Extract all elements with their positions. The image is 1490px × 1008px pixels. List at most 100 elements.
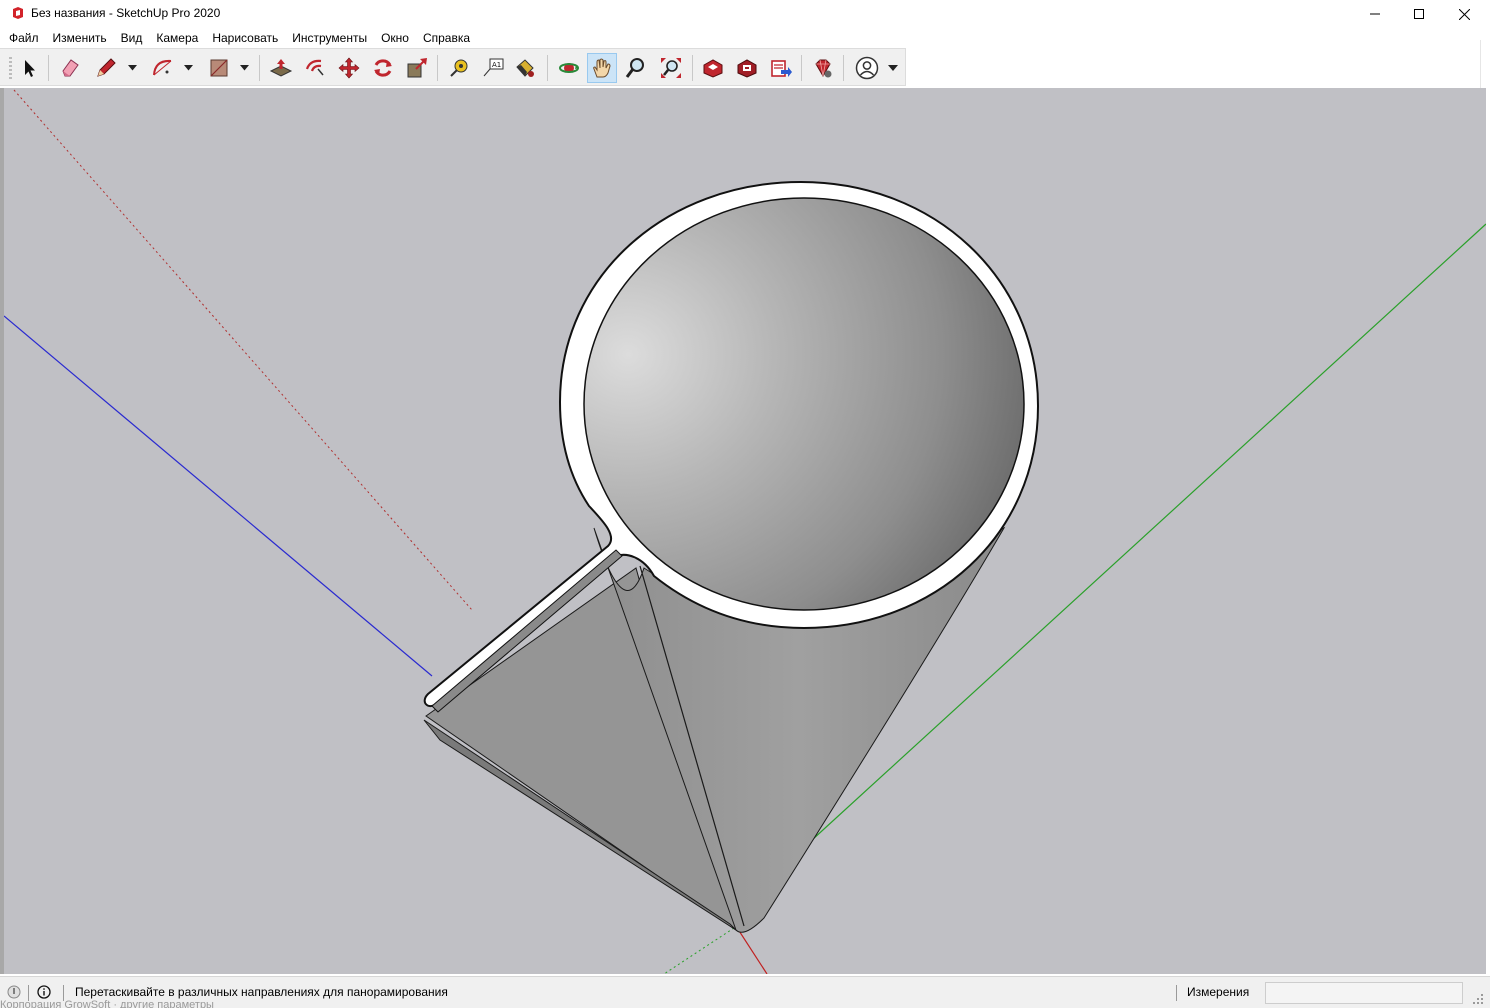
chevron-down-icon xyxy=(183,65,193,71)
status-separator xyxy=(28,985,29,1001)
toolbar-separator xyxy=(692,55,693,81)
move-tool-button[interactable] xyxy=(334,53,364,83)
toolbar-grip[interactable] xyxy=(9,57,12,79)
toolbar-separator xyxy=(48,55,49,81)
select-tool-button[interactable] xyxy=(14,53,44,83)
chevron-down-icon xyxy=(127,65,137,71)
menu-draw[interactable]: Нарисовать xyxy=(205,28,285,48)
scale-tool-button[interactable] xyxy=(402,53,432,83)
sketchup-window: Без названия - SketchUp Pro 2020 Файл Из… xyxy=(0,0,1490,1008)
toolbar-empty-area xyxy=(906,48,1490,86)
chevron-down-icon xyxy=(239,65,249,71)
menu-help[interactable]: Справка xyxy=(416,28,477,48)
status-separator xyxy=(63,985,64,1001)
arc-icon xyxy=(153,59,172,76)
text-tool-glyph: A1 xyxy=(492,61,501,69)
chevron-down-icon xyxy=(888,64,898,71)
pencil-line-icon xyxy=(97,58,116,77)
paint-bucket-icon xyxy=(516,59,534,77)
shape-tool-button[interactable] xyxy=(204,53,234,83)
menu-tools[interactable]: Инструменты xyxy=(285,28,374,48)
account-dropdown[interactable] xyxy=(886,53,900,83)
info-icon[interactable] xyxy=(37,985,51,999)
resize-grip-icon[interactable] xyxy=(1470,991,1484,1005)
minimize-icon xyxy=(1370,13,1380,15)
viewport-canvas xyxy=(4,89,1486,974)
toolbar-separator xyxy=(801,55,802,81)
window-title: Без названия - SketchUp Pro 2020 xyxy=(31,6,221,20)
toolbar-separator xyxy=(437,55,438,81)
arc-tool-button[interactable] xyxy=(148,53,178,83)
send-to-layout-button[interactable] xyxy=(766,53,796,83)
extension-warehouse-icon xyxy=(737,59,757,78)
menu-camera[interactable]: Камера xyxy=(149,28,205,48)
menu-view[interactable]: Вид xyxy=(114,28,150,48)
text-tool-button[interactable]: A1 xyxy=(478,53,508,83)
close-icon xyxy=(1458,8,1470,20)
scale-icon xyxy=(407,58,427,78)
viewport-right-edge xyxy=(1486,88,1490,974)
zoom-tool-button[interactable] xyxy=(621,53,651,83)
drawing-viewport[interactable] xyxy=(0,88,1486,974)
geolocation-icon[interactable] xyxy=(7,985,21,999)
measurements-input[interactable] xyxy=(1265,982,1463,1004)
line-tool-dropdown[interactable] xyxy=(125,53,139,83)
orbit-icon xyxy=(559,63,579,73)
toolbar-scrollbar[interactable] xyxy=(1480,40,1490,88)
extension-manager-button[interactable] xyxy=(808,53,838,83)
status-separator xyxy=(1176,985,1177,1001)
select-arrow-icon xyxy=(25,60,35,77)
pan-tool-button[interactable] xyxy=(587,53,617,83)
measurements-label: Измерения xyxy=(1187,985,1250,999)
pan-hand-icon xyxy=(593,58,611,78)
red-axis xyxy=(13,89,473,611)
main-toolbar: A1 xyxy=(0,48,906,86)
menu-window[interactable]: Окно xyxy=(374,28,416,48)
paint-bucket-tool-button[interactable] xyxy=(510,53,540,83)
toolbar-separator xyxy=(259,55,260,81)
zoom-extents-icon xyxy=(661,58,681,78)
close-button[interactable] xyxy=(1441,0,1487,28)
maximize-icon xyxy=(1414,9,1424,19)
title-bar: Без названия - SketchUp Pro 2020 xyxy=(0,0,1490,28)
toolbar-separator xyxy=(843,55,844,81)
tape-measure-icon xyxy=(450,59,468,77)
push-pull-tool-button[interactable] xyxy=(266,53,296,83)
maximize-button[interactable] xyxy=(1396,0,1442,28)
sketchup-logo-icon xyxy=(11,6,25,20)
eraser-tool-button[interactable] xyxy=(55,53,85,83)
status-bar: Перетаскивайте в различных направлениях … xyxy=(0,976,1490,1008)
background-window-text: Корпорация GrowSoft · другие параметры xyxy=(0,1000,214,1008)
offset-icon xyxy=(305,59,324,76)
shape-tool-dropdown[interactable] xyxy=(237,53,251,83)
funnel-bowl-inner xyxy=(583,197,1025,611)
arc-tool-dropdown[interactable] xyxy=(181,53,195,83)
status-message: Перетаскивайте в различных направлениях … xyxy=(75,985,448,999)
zoom-icon xyxy=(625,58,644,78)
move-icon xyxy=(338,57,360,79)
3d-warehouse-button[interactable] xyxy=(698,53,728,83)
text-label-icon: A1 xyxy=(483,58,504,77)
green-axis-negative xyxy=(663,927,735,974)
blue-axis xyxy=(4,315,433,677)
line-tool-button[interactable] xyxy=(91,53,121,83)
zoom-extents-tool-button[interactable] xyxy=(656,53,686,83)
toolbar-separator xyxy=(547,55,548,81)
rotate-tool-button[interactable] xyxy=(368,53,398,83)
rotate-icon xyxy=(374,59,392,77)
orbit-tool-button[interactable] xyxy=(554,53,584,83)
account-button[interactable] xyxy=(852,53,882,83)
tape-measure-tool-button[interactable] xyxy=(444,53,474,83)
push-pull-icon xyxy=(269,59,293,77)
menu-file[interactable]: Файл xyxy=(0,28,46,48)
layout-send-icon xyxy=(771,60,792,77)
menu-bar: Файл Изменить Вид Камера Нарисовать Инст… xyxy=(0,28,1490,48)
account-icon xyxy=(855,56,879,80)
offset-tool-button[interactable] xyxy=(300,53,330,83)
extension-warehouse-button[interactable] xyxy=(732,53,762,83)
minimize-button[interactable] xyxy=(1352,0,1398,28)
rectangle-shape-icon xyxy=(210,59,228,77)
3d-warehouse-icon xyxy=(703,59,723,78)
menu-edit[interactable]: Изменить xyxy=(46,28,114,48)
eraser-icon xyxy=(62,59,79,77)
